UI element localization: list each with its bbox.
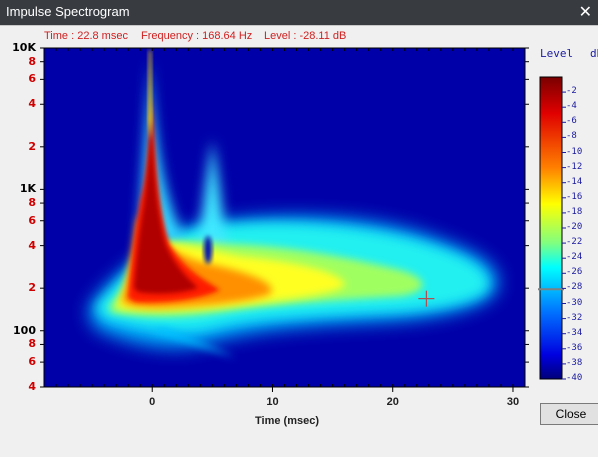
y-tick-label: 100	[13, 323, 36, 337]
colorbar-tick-label: -10	[566, 146, 583, 157]
colorbar-tick-label: -8	[566, 131, 577, 142]
y-tick-label: 6	[28, 355, 36, 369]
colorbar-tick-label: -26	[566, 267, 583, 278]
colorbar-tick-label: -34	[566, 327, 583, 338]
colorbar-tick-label: -4	[566, 101, 577, 112]
y-tick-label: 8	[28, 54, 36, 68]
colorbar-tick-label: -22	[566, 237, 583, 248]
colorbar-tick-label: -24	[566, 252, 583, 263]
colorbar-tick-label: -36	[566, 342, 583, 353]
x-axis-label: Time (msec)	[255, 415, 319, 427]
y-tick-label: 4	[28, 97, 36, 111]
colorbar-tick-label: -14	[566, 176, 583, 187]
y-tick-label: 8	[28, 196, 36, 210]
y-tick-label: 1K	[19, 182, 36, 196]
level-colorbar	[539, 76, 563, 380]
y-tick-label: 6	[28, 213, 36, 227]
colorbar-tick-label: -30	[566, 297, 583, 308]
y-tick-label: 2	[28, 281, 36, 295]
colorbar-tick-label: -38	[566, 357, 583, 368]
colorbar-tick-label: -28	[566, 282, 583, 293]
y-tick-label: 10K	[12, 41, 36, 54]
legend-unit: dB	[590, 47, 598, 60]
close-button[interactable]: Close	[540, 403, 598, 425]
colorbar-tick-label: -32	[566, 312, 583, 323]
x-tick-label: 20	[386, 396, 399, 408]
y-tick-label: 4	[28, 380, 36, 393]
colorbar-tick-label: -12	[566, 161, 583, 172]
colorbar-tick-label: -6	[566, 116, 577, 127]
colorbar-tick-label: -18	[566, 206, 583, 217]
colorbar-tick-label: -40	[566, 373, 583, 383]
x-tick-label: 30	[506, 396, 520, 408]
legend-title: Level	[540, 47, 574, 60]
x-tick-label: 0	[149, 396, 156, 408]
y-tick-label: 2	[28, 139, 36, 153]
spectrogram-chart[interactable]	[0, 0, 598, 456]
y-tick-label: 8	[28, 337, 36, 351]
y-tick-label: 4	[28, 238, 36, 252]
colorbar-tick-label: -2	[566, 86, 577, 97]
colorbar-tick-label: -16	[566, 191, 583, 202]
colorbar-tick-label: -20	[566, 222, 583, 232]
y-tick-label: 6	[28, 72, 36, 86]
x-tick-label: 10	[266, 396, 279, 408]
